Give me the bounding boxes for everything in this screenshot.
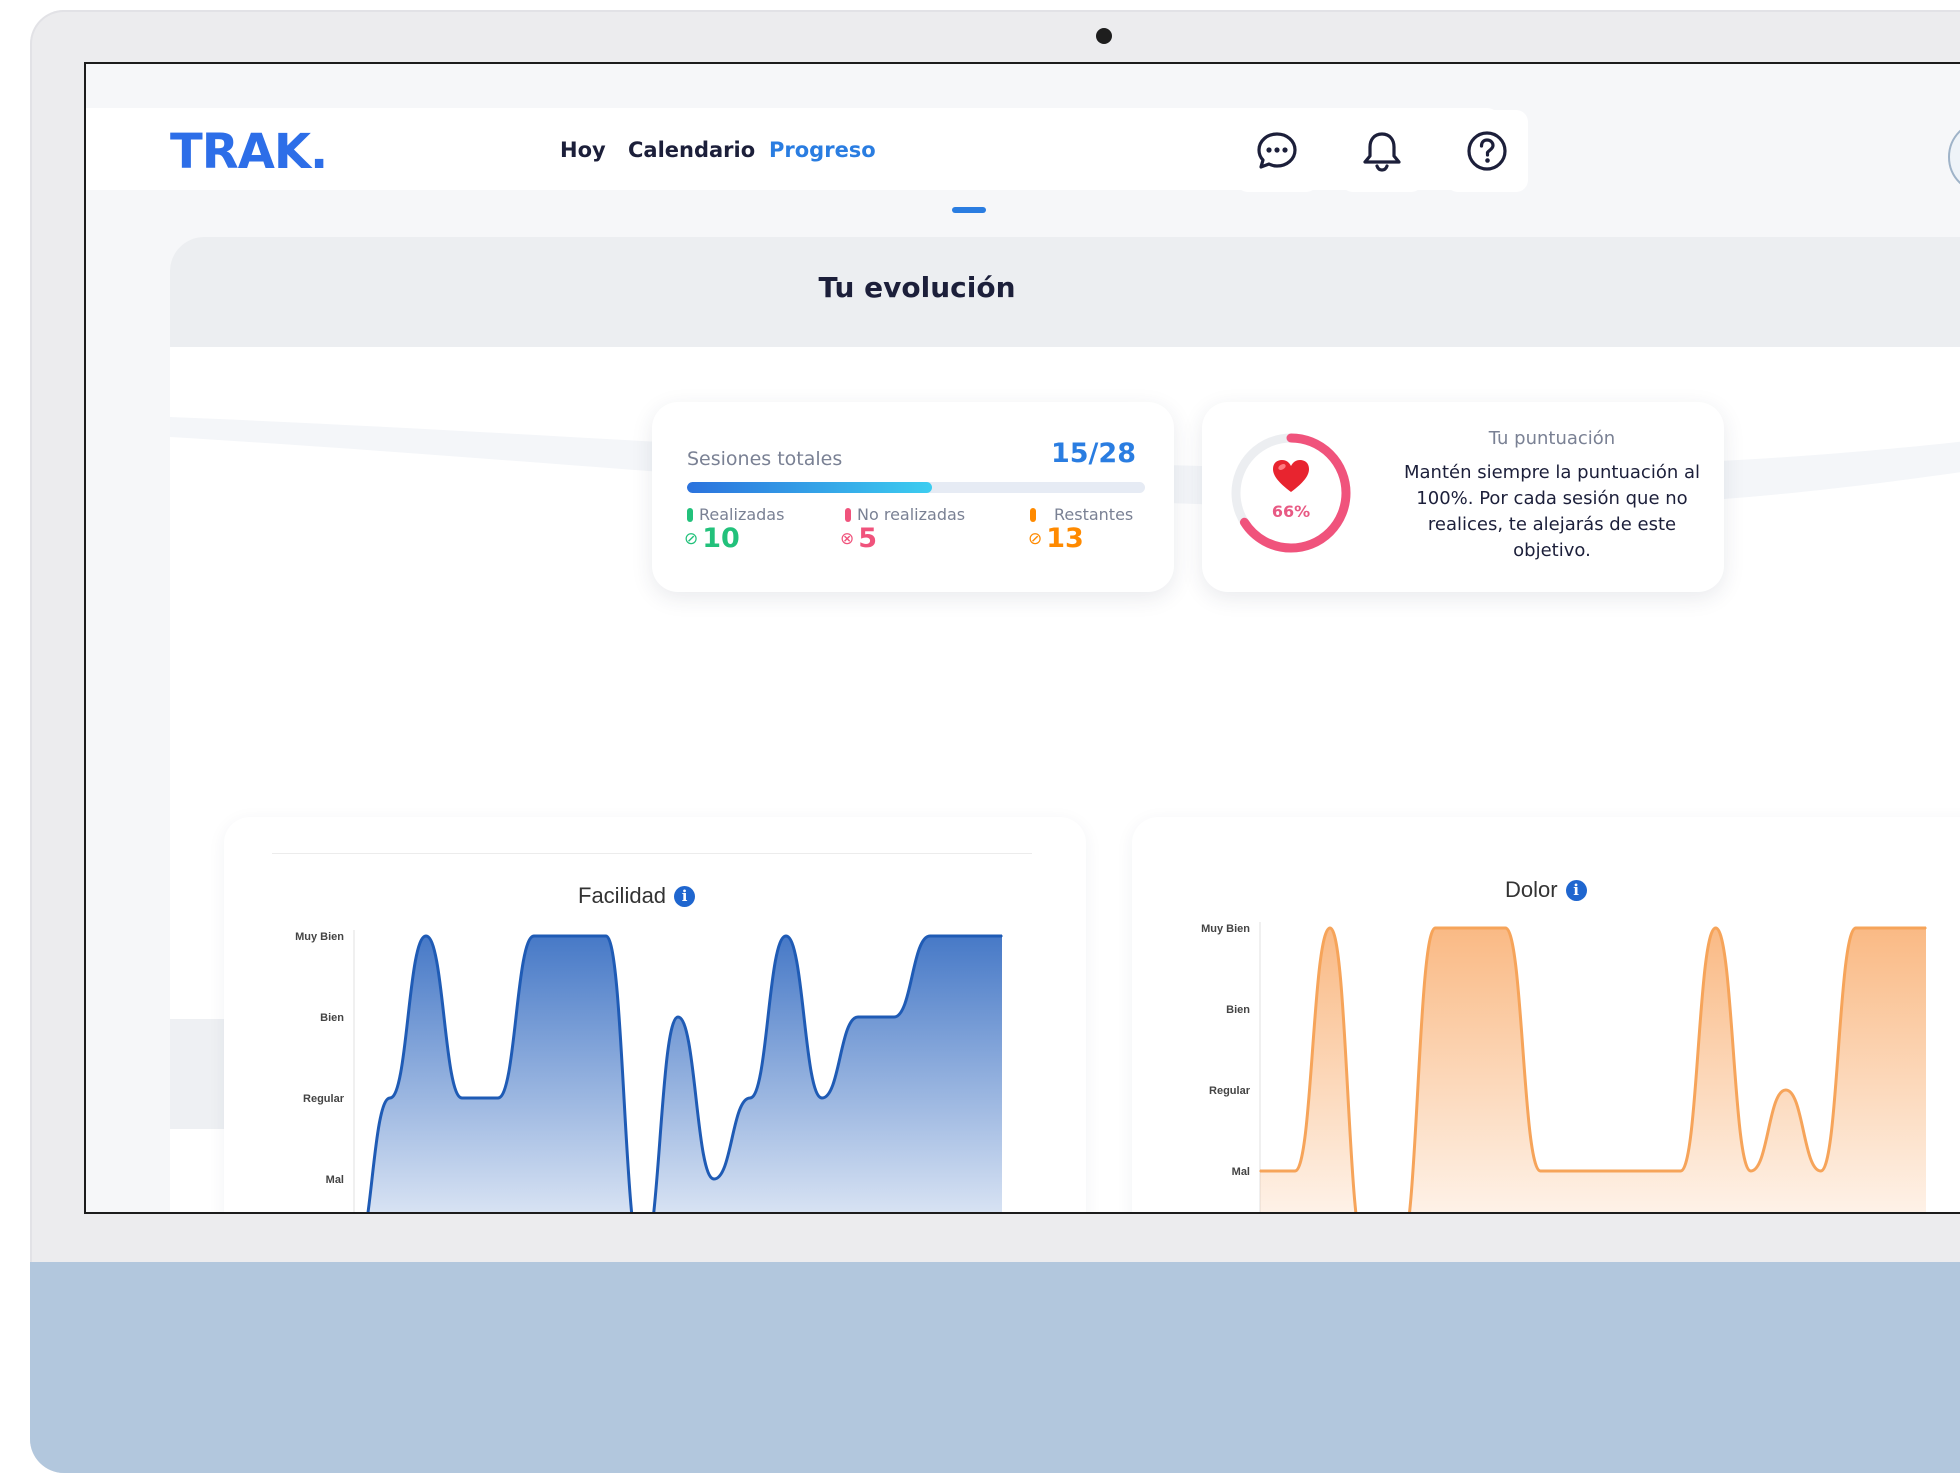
y-tick-label: Mal xyxy=(326,1174,344,1186)
data-point xyxy=(1329,927,1331,929)
data-point xyxy=(533,935,535,937)
data-point xyxy=(893,1016,895,1018)
y-tick-label: Regular xyxy=(1209,1085,1251,1097)
data-point xyxy=(569,935,571,937)
data-point xyxy=(1890,927,1892,929)
y-tick-label: Mal xyxy=(1232,1166,1250,1178)
data-point xyxy=(1749,1170,1752,1172)
green-dot-icon xyxy=(687,507,693,522)
data-point xyxy=(1001,935,1003,937)
facilidad-chart-card: Facilidad i Muy mal Mal Regular Bien Muy Bie… xyxy=(224,817,1086,1212)
check-circle-icon: ⊘ xyxy=(684,528,699,549)
y-tick-label: Bien xyxy=(320,1012,344,1024)
score-card: 66% Tu puntuación Mantén siempre la punt… xyxy=(1202,402,1724,592)
data-point xyxy=(461,1097,463,1099)
data-point xyxy=(821,1097,823,1099)
chat-button[interactable] xyxy=(1236,110,1318,192)
stat-value-text: 10 xyxy=(702,523,740,554)
nav-hoy[interactable]: Hoy xyxy=(560,138,606,162)
pink-dot-icon xyxy=(845,507,851,522)
side-tab xyxy=(170,1019,230,1129)
data-point xyxy=(1820,1170,1822,1172)
dolor-chart-card: Dolor i Muy mal Mal Regular Bien Muy Bien xyxy=(1132,817,1960,1212)
stat-realizadas-value: ⊘ 10 xyxy=(684,523,740,554)
help-icon xyxy=(1467,131,1507,171)
data-point xyxy=(1925,927,1927,929)
laptop-base xyxy=(30,1262,1960,1473)
app-screen: TRAK. Hoy Calendario Progreso Tu evoluci… xyxy=(84,62,1960,1214)
heart-icon xyxy=(1273,460,1309,492)
data-point xyxy=(785,935,787,937)
data-point xyxy=(1539,1170,1542,1172)
sessions-card: Sesiones totales 15/28 Realizadas No rea… xyxy=(652,402,1174,592)
page-title: Tu evolución xyxy=(818,271,1016,304)
slash-circle-icon: ⊘ xyxy=(1028,528,1043,549)
data-point xyxy=(389,1097,391,1099)
stat-label-text: Realizadas xyxy=(699,505,785,524)
bell-icon xyxy=(1363,132,1401,172)
data-point xyxy=(497,1097,499,1099)
laptop-frame: TRAK. Hoy Calendario Progreso Tu evoluci… xyxy=(30,10,1960,1473)
sessions-label: Sesiones totales xyxy=(687,448,843,470)
data-point xyxy=(677,1016,679,1018)
chat-icon xyxy=(1257,132,1297,169)
user-avatar[interactable] xyxy=(1948,120,1960,194)
data-point xyxy=(1574,1170,1577,1172)
orange-dot-icon xyxy=(1030,507,1036,522)
nav-calendario[interactable]: Calendario xyxy=(628,138,755,162)
score-title: Tu puntuación xyxy=(1488,428,1616,449)
y-tick-label: Bien xyxy=(1226,1004,1250,1016)
data-point xyxy=(425,935,427,937)
data-point xyxy=(1609,1170,1612,1172)
y-tick-label: Regular xyxy=(303,1093,345,1105)
score-description: Mantén siempre la puntuación al 100%. Po… xyxy=(1403,462,1700,561)
data-point xyxy=(857,1016,859,1018)
data-point xyxy=(1679,1170,1682,1172)
stat-label-text: Restantes xyxy=(1054,505,1134,524)
stat-no-realizadas-value: ⊗ 5 xyxy=(840,523,877,554)
stat-label-text: No realizadas xyxy=(857,505,966,524)
data-point xyxy=(1855,927,1857,929)
help-button[interactable] xyxy=(1446,110,1528,192)
stat-value-text: 13 xyxy=(1046,523,1084,554)
nav-active-indicator xyxy=(952,207,986,213)
score-percent: 66% xyxy=(1271,502,1311,521)
logo[interactable]: TRAK. xyxy=(170,124,328,180)
data-point xyxy=(749,1097,751,1099)
x-circle-icon: ⊗ xyxy=(840,528,855,549)
y-tick-label: Muy Bien xyxy=(1201,923,1250,935)
data-point xyxy=(929,935,931,937)
facilidad-chart: Muy malMalRegularBienMuy Bien xyxy=(295,930,1003,1212)
data-point xyxy=(605,935,607,937)
notifications-button[interactable] xyxy=(1341,110,1423,192)
stat-value-text: 5 xyxy=(858,523,878,554)
dolor-chart: Muy malMalRegularBienMuy Bien xyxy=(1201,922,1927,1212)
nav-progreso[interactable]: Progreso xyxy=(769,138,876,162)
sessions-progress-bar xyxy=(687,482,1145,493)
sessions-progress-fill xyxy=(687,482,933,493)
stat-no-realizadas-label: No realizadas xyxy=(845,505,965,524)
stat-restantes-value: ⊘ 13 xyxy=(1028,523,1084,554)
camera-dot xyxy=(1096,28,1112,44)
sessions-count: 15/28 xyxy=(1050,438,1136,469)
data-point xyxy=(1784,1089,1787,1091)
data-point xyxy=(713,1178,715,1180)
data-point xyxy=(1294,1170,1296,1172)
evolution-panel: Tu evolución Sesiones totales 15/28 Real… xyxy=(170,237,1960,1212)
data-point xyxy=(1469,927,1472,929)
data-point xyxy=(1434,927,1437,929)
data-point xyxy=(1259,1170,1261,1172)
data-point xyxy=(965,935,967,937)
data-point xyxy=(1714,927,1717,929)
data-point xyxy=(1504,927,1507,929)
stat-realizadas-label: Realizadas xyxy=(687,505,784,524)
data-point xyxy=(1644,1170,1647,1172)
stat-restantes-label: Restantes xyxy=(1030,505,1133,524)
y-tick-label: Muy Bien xyxy=(295,931,344,943)
